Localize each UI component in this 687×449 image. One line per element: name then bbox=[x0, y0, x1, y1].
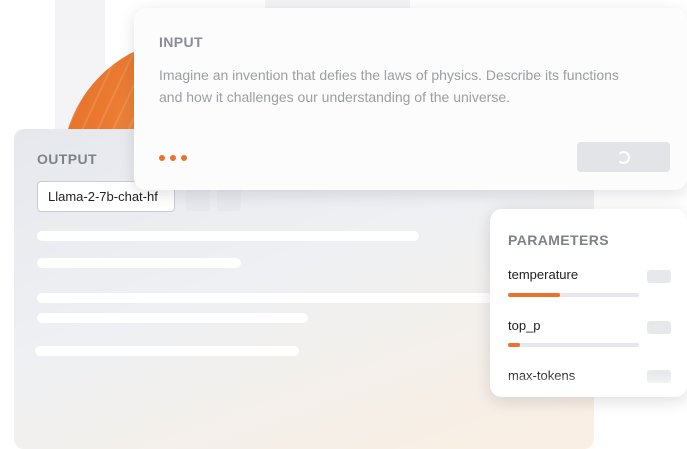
output-placeholder-line bbox=[37, 293, 507, 303]
prompt-input[interactable]: Imagine an invention that defies the law… bbox=[159, 64, 629, 108]
dot bbox=[159, 155, 165, 161]
output-placeholder-line bbox=[37, 313, 308, 323]
slider-temperature[interactable] bbox=[508, 293, 639, 297]
dot bbox=[170, 155, 176, 161]
input-label: INPUT bbox=[159, 34, 203, 50]
scroll-fade bbox=[490, 373, 687, 397]
submit-button[interactable] bbox=[577, 142, 670, 172]
ellipsis-dots-icon bbox=[159, 155, 187, 161]
output-placeholder-line bbox=[35, 346, 299, 356]
output-action-button[interactable] bbox=[217, 187, 241, 211]
slider-top-p[interactable] bbox=[508, 343, 639, 347]
param-value-temperature[interactable] bbox=[647, 270, 671, 283]
slider-fill bbox=[508, 293, 561, 297]
input-card: INPUT Imagine an invention that defies t… bbox=[134, 8, 687, 190]
output-placeholder-line bbox=[37, 258, 241, 268]
param-value-top-p[interactable] bbox=[647, 321, 671, 334]
model-selector-value: Llama-2-7b-chat-hf bbox=[48, 189, 158, 204]
spinner-icon bbox=[617, 150, 630, 164]
output-action-button[interactable] bbox=[186, 187, 210, 211]
slider-fill bbox=[508, 343, 520, 347]
parameters-title: PARAMETERS bbox=[508, 232, 609, 248]
output-placeholder-line bbox=[37, 231, 419, 241]
param-label-temperature: temperature bbox=[508, 267, 579, 282]
parameters-card: PARAMETERS temperature top_p max-tokens bbox=[490, 209, 687, 397]
dot bbox=[181, 155, 187, 161]
param-label-top-p: top_p bbox=[508, 318, 541, 333]
output-title: OUTPUT bbox=[37, 151, 97, 167]
